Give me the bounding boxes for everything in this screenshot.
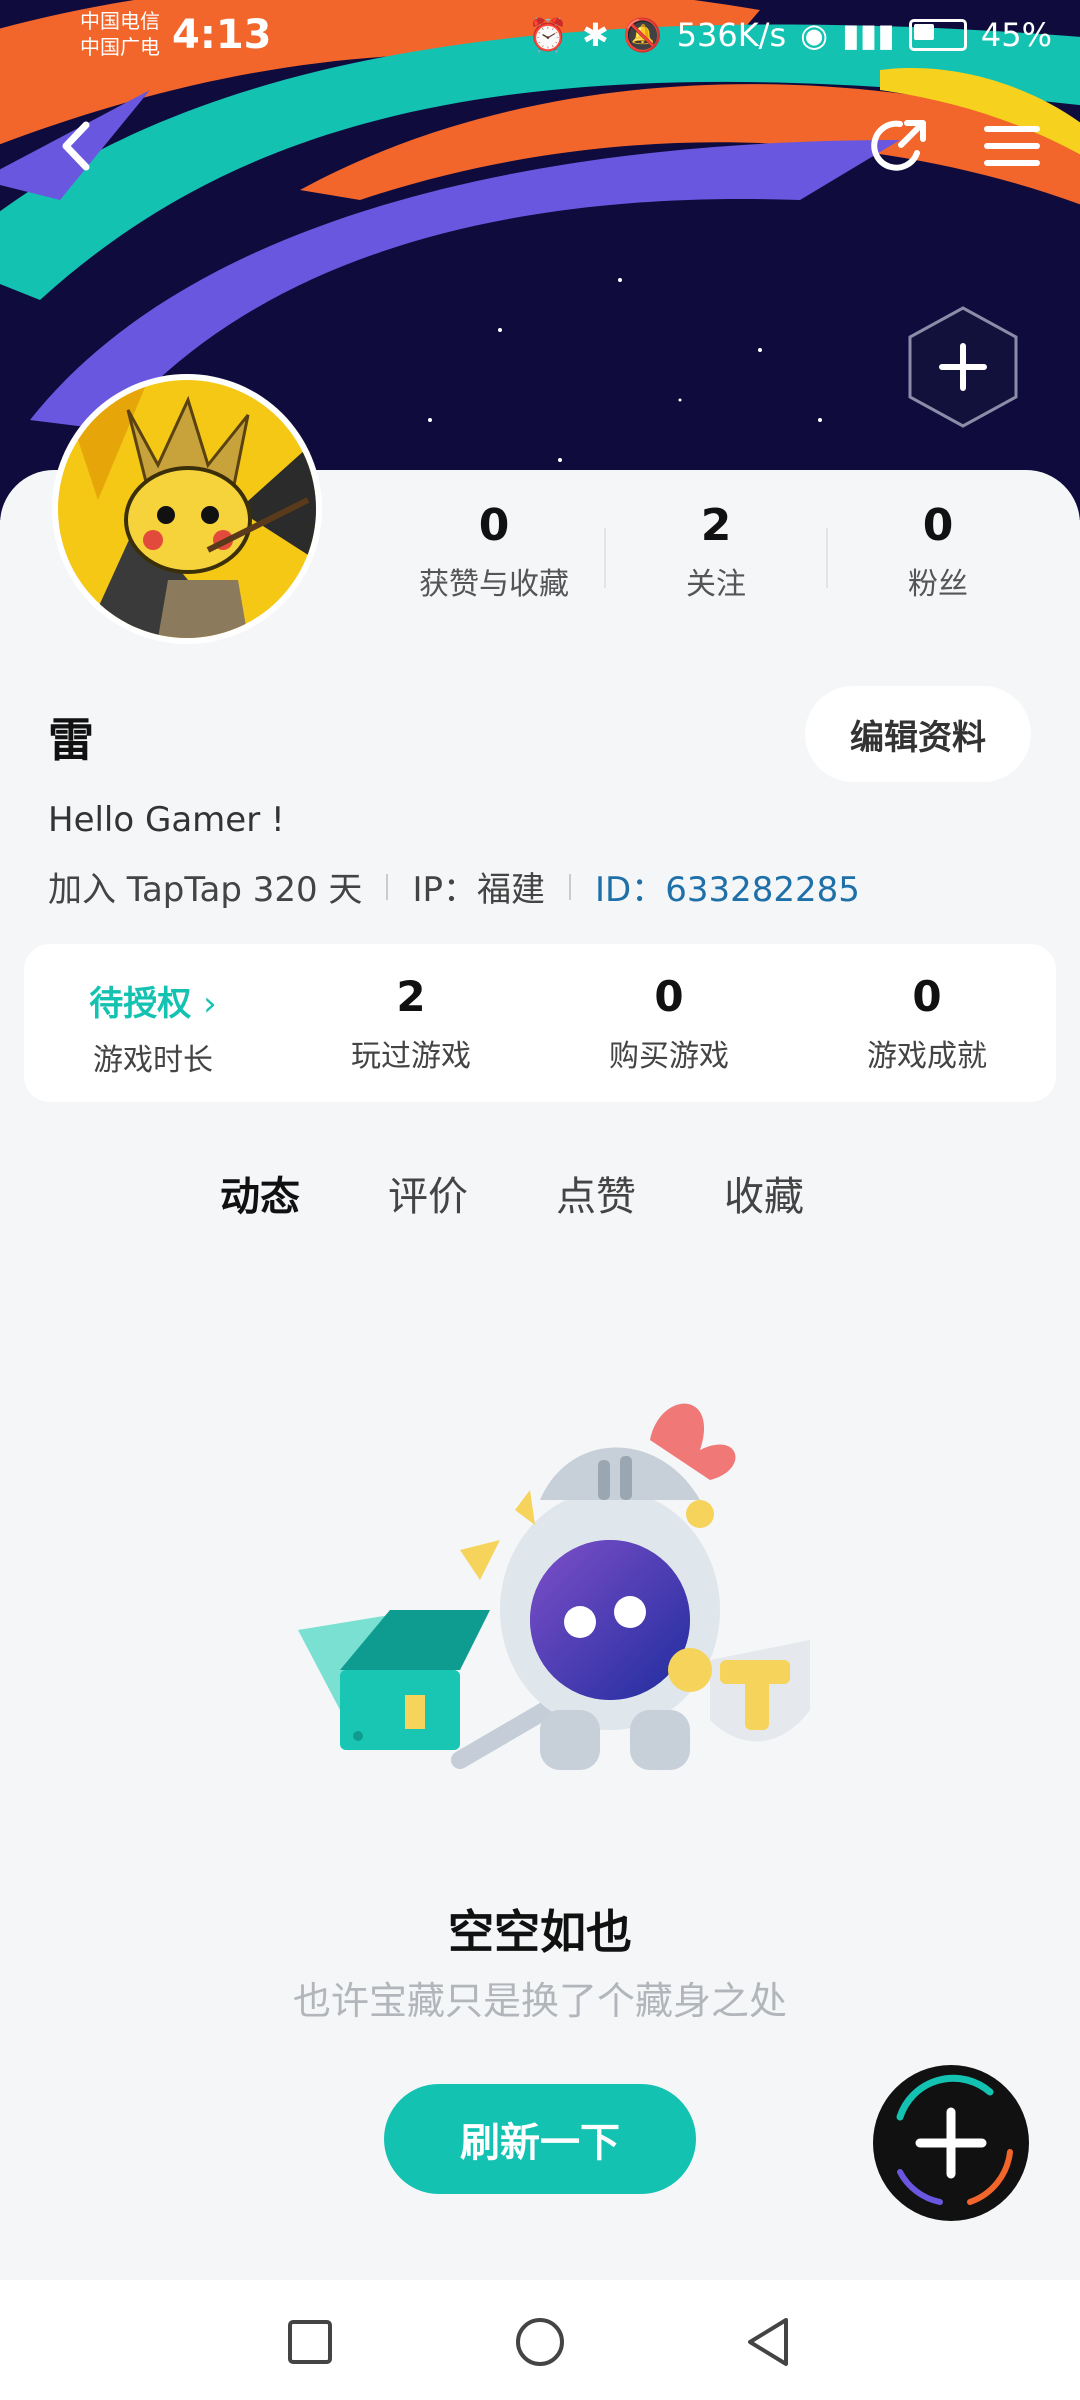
- share-icon: [871, 120, 926, 171]
- user-name: 雷: [48, 713, 94, 767]
- chevron-right-icon: ›: [203, 984, 217, 1024]
- stat-following[interactable]: 2 关注: [606, 500, 826, 603]
- stat-likes-label: 获赞与收藏: [419, 567, 569, 602]
- stat-following-label: 关注: [686, 567, 746, 602]
- empty-state-subtitle: 也许宝藏只是换了个藏身之处: [292, 1979, 787, 2023]
- played-value: 2: [396, 972, 426, 1021]
- create-post-button[interactable]: [870, 2062, 1032, 2224]
- home-icon[interactable]: [514, 2316, 566, 2368]
- stat-likes-value: 0: [478, 500, 510, 551]
- carrier-info: 中国电信 中国广电: [80, 8, 160, 60]
- tab-reviews[interactable]: 评价: [388, 1164, 468, 1222]
- alarm-icon: ⏰: [528, 16, 568, 54]
- avatar-image: [58, 380, 316, 638]
- stat-followers[interactable]: 0 粉丝: [828, 500, 1048, 603]
- achievements-value: 0: [912, 972, 942, 1021]
- achievements-label: 游戏成就: [867, 1039, 987, 1074]
- game-stat-playtime[interactable]: 待授权 › 游戏时长: [24, 972, 282, 1079]
- playtime-label: 游戏时长: [93, 1043, 213, 1078]
- social-stats: 0 获赞与收藏 2 关注 0 粉丝: [360, 500, 1080, 610]
- empty-state-title: 空空如也: [448, 1905, 632, 1959]
- system-nav-bar: [0, 2280, 1080, 2400]
- tab-favorites[interactable]: 收藏: [724, 1164, 804, 1222]
- user-id-value: 633282285: [665, 870, 860, 910]
- add-banner-button[interactable]: [906, 304, 1020, 430]
- carrier-2: 中国广电: [80, 35, 160, 59]
- played-label: 玩过游戏: [351, 1039, 471, 1074]
- battery-level: 45%: [980, 16, 1052, 54]
- hotspot-icon: ◉: [800, 16, 829, 54]
- meta-divider: [386, 873, 389, 900]
- carrier-1: 中国电信: [80, 9, 160, 33]
- user-id[interactable]: ID：633282285: [595, 862, 860, 911]
- join-info: 加入 TapTap 320 天: [48, 870, 363, 910]
- user-meta: 加入 TapTap 320 天 IP：福建 ID：633282285: [48, 862, 860, 911]
- plus-icon: [873, 2065, 1029, 2221]
- user-bio: Hello Gamer !: [48, 800, 285, 840]
- back-button[interactable]: [40, 110, 112, 182]
- stat-likes[interactable]: 0 获赞与收藏: [384, 500, 604, 603]
- stat-followers-value: 0: [922, 500, 954, 551]
- user-id-label: ID：: [594, 870, 666, 910]
- battery-icon: [908, 19, 967, 51]
- back-arrow-icon: [62, 121, 90, 171]
- mute-icon: 🔕: [622, 16, 663, 54]
- playtime-status: 待授权: [89, 984, 192, 1024]
- edit-profile-button[interactable]: 编辑资料: [805, 686, 1031, 782]
- refresh-button[interactable]: 刷新一下: [384, 2084, 696, 2194]
- tab-posts-label: 动态: [220, 1174, 300, 1220]
- game-stat-played[interactable]: 2 玩过游戏: [282, 972, 540, 1075]
- meta-divider: [568, 873, 571, 900]
- bluetooth-icon: ✱: [581, 16, 609, 54]
- recent-apps-icon[interactable]: [286, 2318, 334, 2366]
- game-stat-purchased[interactable]: 0 购买游戏: [540, 972, 798, 1075]
- empty-state-illustration: [298, 1403, 810, 1770]
- stat-following-value: 2: [700, 500, 732, 551]
- tab-posts[interactable]: 动态: [220, 1164, 300, 1230]
- stat-followers-label: 粉丝: [908, 567, 968, 602]
- content-tabs: 动态 评价 点赞 收藏: [220, 1164, 804, 1230]
- share-button[interactable]: [862, 108, 938, 184]
- game-stats-card: 待授权 › 游戏时长 2 玩过游戏 0 购买游戏 0 游戏成就: [24, 944, 1056, 1102]
- status-icons: ⏰ ✱ 🔕 536K/s ◉ ▮▮▮ 45%: [528, 16, 1052, 54]
- status-bar: 中国电信 中国广电 4:13 ⏰ ✱ 🔕 536K/s ◉ ▮▮▮ 45%: [0, 0, 1080, 80]
- net-speed: 536K/s: [676, 16, 787, 54]
- back-nav-icon[interactable]: [744, 2316, 794, 2368]
- signal-icon: ▮▮▮: [842, 16, 895, 54]
- ip-location: IP：福建: [412, 870, 545, 910]
- avatar[interactable]: [52, 374, 322, 644]
- menu-icon: [984, 126, 1040, 166]
- tab-likes[interactable]: 点赞: [556, 1164, 636, 1222]
- purchased-label: 购买游戏: [609, 1039, 729, 1074]
- game-stat-achievements[interactable]: 0 游戏成就: [798, 972, 1056, 1075]
- hexagon-plus-icon: [908, 306, 1018, 428]
- clock: 4:13: [172, 12, 272, 58]
- menu-button[interactable]: [976, 110, 1048, 182]
- purchased-value: 0: [654, 972, 684, 1021]
